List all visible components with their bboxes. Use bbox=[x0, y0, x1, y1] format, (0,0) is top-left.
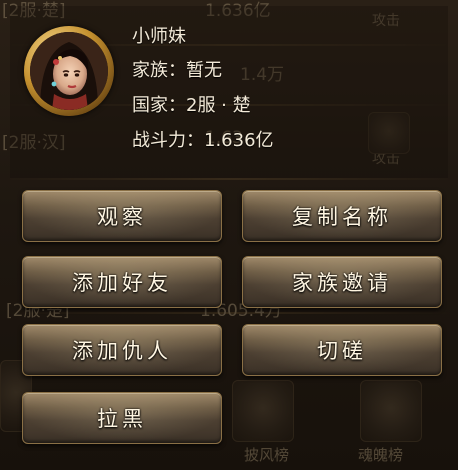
player-power: 战斗力：1.636亿 bbox=[132, 130, 274, 151]
cloak-icon bbox=[232, 380, 294, 442]
tab-soul-ranking: 魂魄榜 bbox=[358, 446, 404, 464]
background-divider bbox=[0, 178, 458, 180]
avatar-portrait-image bbox=[30, 32, 108, 110]
player-name: 小师妹 bbox=[132, 26, 186, 47]
soul-icon bbox=[360, 380, 422, 442]
block-button[interactable]: 拉黑 bbox=[22, 392, 222, 444]
tab-cloak-ranking: 披风榜 bbox=[244, 446, 290, 464]
add-friend-button[interactable]: 添加好友 bbox=[22, 256, 222, 308]
avatar-portrait bbox=[30, 32, 108, 110]
family-invite-button[interactable]: 家族邀请 bbox=[242, 256, 442, 308]
add-enemy-button[interactable]: 添加仇人 bbox=[22, 324, 222, 376]
player-family: 家族：暂无 bbox=[132, 60, 222, 81]
player-popup-screen: [2服·楚] 1.636亿 攻击 1.4万 [2服·汉] 1.63 攻击 [2服… bbox=[0, 0, 458, 470]
spar-button[interactable]: 切磋 bbox=[242, 324, 442, 376]
copy-name-button[interactable]: 复制名称 bbox=[242, 190, 442, 242]
player-info-panel: 小师妹 家族：暂无 国家：2服 · 楚 战斗力：1.636亿 bbox=[10, 6, 448, 178]
observe-button[interactable]: 观察 bbox=[22, 190, 222, 242]
avatar bbox=[24, 26, 114, 116]
player-country: 国家：2服 · 楚 bbox=[132, 95, 251, 116]
